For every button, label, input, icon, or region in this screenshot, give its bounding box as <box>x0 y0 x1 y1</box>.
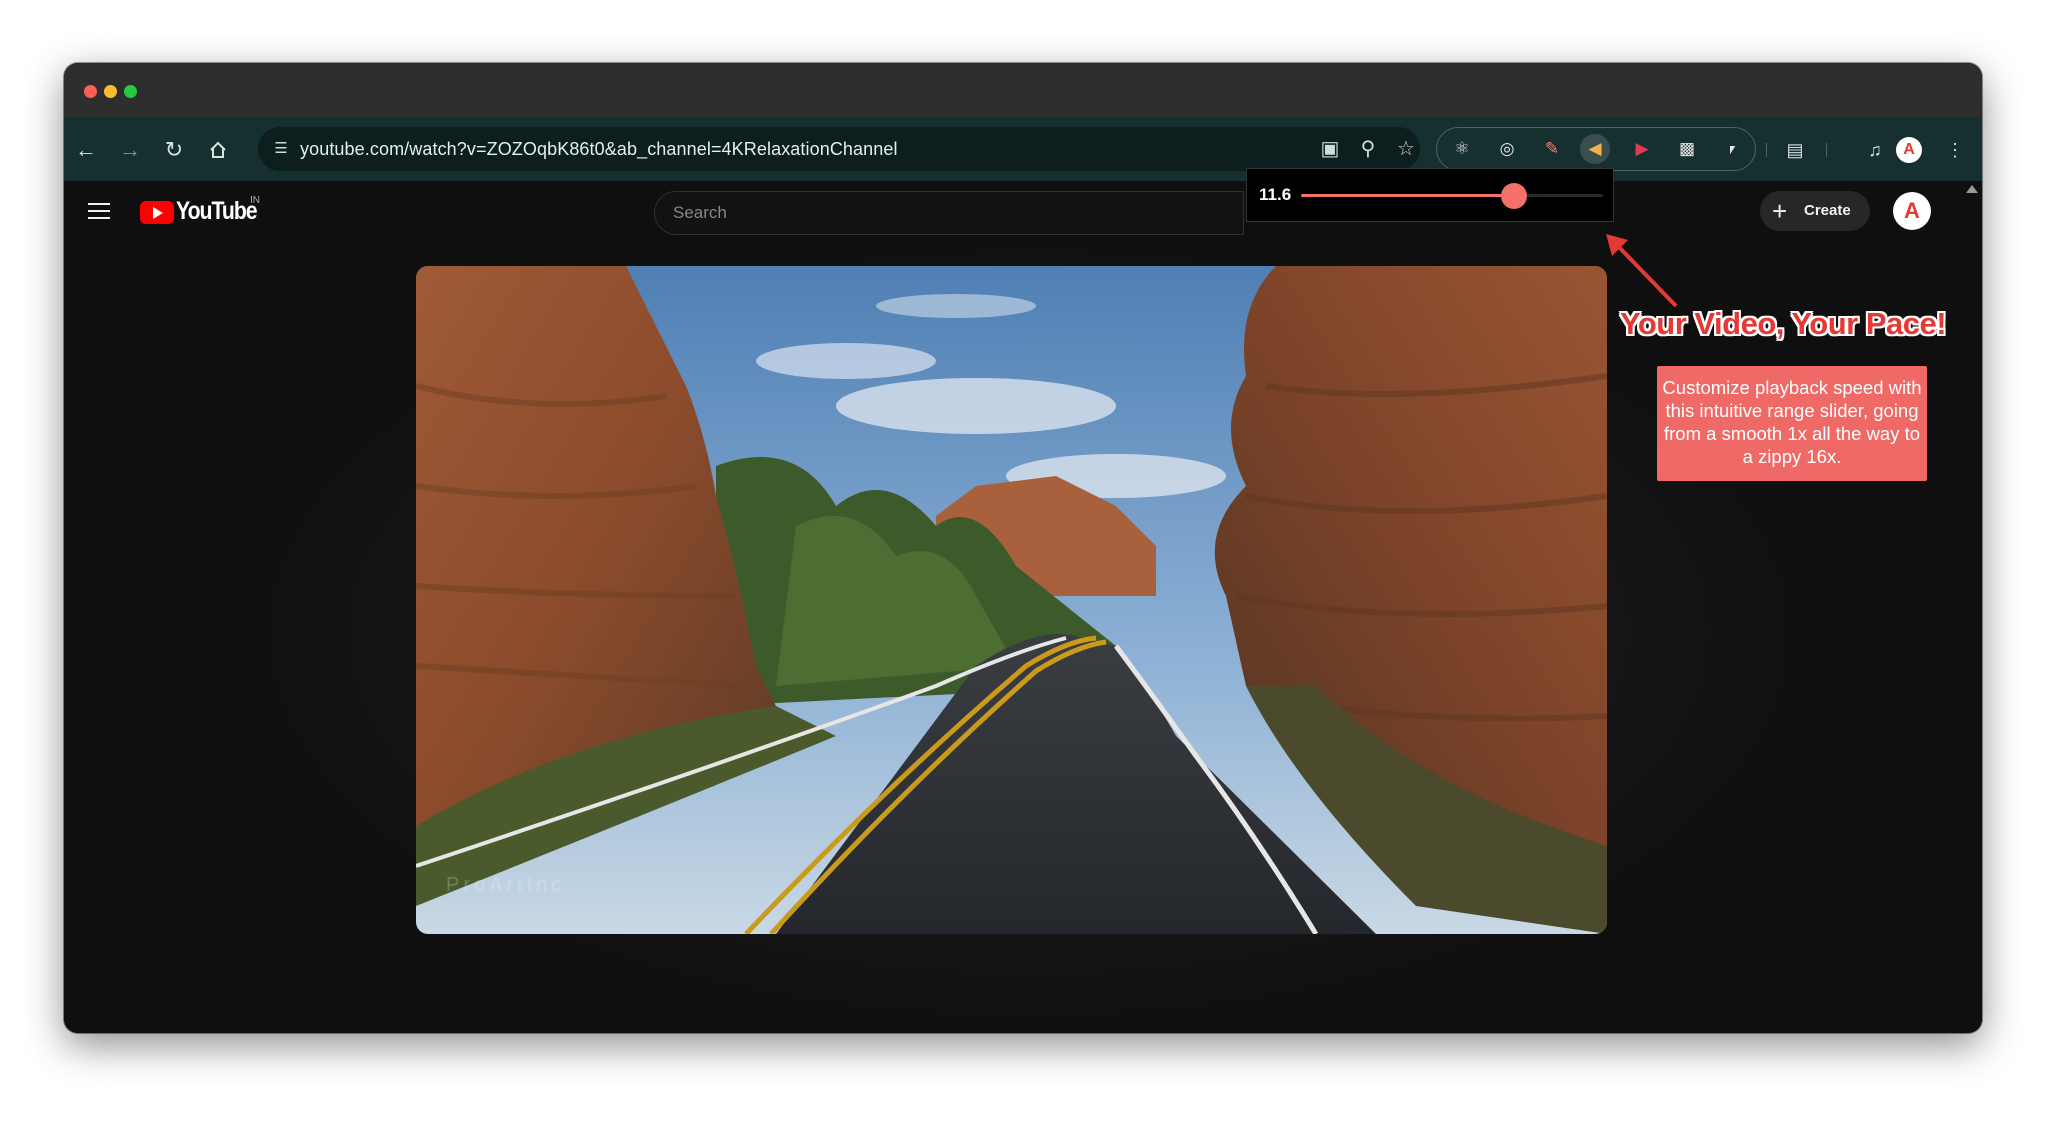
speed-value: 11.6 <box>1259 185 1292 204</box>
address-bar[interactable]: ☰ youtube.com/watch?v=ZOZOqbK86t0&ab_cha… <box>258 127 1420 171</box>
arrow-left-icon: ← <box>75 137 97 162</box>
reload-button[interactable]: ↻ <box>158 134 190 166</box>
pen-icon[interactable]: ✎ <box>1537 134 1567 164</box>
minimize-window-button[interactable] <box>104 85 117 98</box>
browser-toolbar: ← → ↻ ☰ youtube.com/watch?v=ZOZOqbK86t0&… <box>64 117 1982 181</box>
video-watermark: ProArtInc <box>446 874 566 896</box>
country-code: IN <box>250 195 260 206</box>
arrow-right-icon: → <box>119 137 141 162</box>
site-settings-icon[interactable]: ☰ <box>270 138 292 160</box>
install-app-icon[interactable]: ▣ <box>1316 135 1344 163</box>
callout-headline: Your Video, Your Pace! <box>1620 306 1947 341</box>
maximize-window-button[interactable] <box>124 85 137 98</box>
callout-description: Customize playback speed with this intui… <box>1657 366 1927 481</box>
toolbar-divider <box>1826 143 1827 157</box>
target-icon[interactable]: ◎ <box>1492 134 1522 164</box>
close-window-button[interactable] <box>84 85 97 98</box>
reload-icon: ↻ <box>164 137 184 162</box>
url-text[interactable]: youtube.com/watch?v=ZOZOqbK86t0&ab_chann… <box>300 127 898 171</box>
create-label: Create <box>1804 202 1851 219</box>
search-input[interactable]: Search <box>654 191 1244 235</box>
extensions-group: ⚛ ◎ ✎ ◀ ▶ ▩ ⎖ <box>1436 127 1756 171</box>
scroll-up-icon[interactable] <box>1966 185 1978 193</box>
browser-window: ← → ↻ ☰ youtube.com/watch?v=ZOZOqbK86t0&… <box>64 63 1982 1033</box>
speed-slider-fill <box>1301 194 1515 197</box>
media-control-icon[interactable]: ♫ <box>1860 135 1890 165</box>
menu-icon[interactable] <box>88 203 110 219</box>
home-button[interactable] <box>202 134 234 166</box>
youtube-header: YouTube IN Search + Create A <box>64 181 1982 243</box>
video-player[interactable]: ProArtInc <box>416 266 1607 934</box>
speed-slider-thumb[interactable] <box>1501 183 1528 209</box>
toolbar-divider <box>1766 143 1767 157</box>
home-icon <box>210 141 226 158</box>
screenshot-icon[interactable]: ▩ <box>1672 134 1702 164</box>
youtube-logo-text[interactable]: YouTube <box>176 197 258 226</box>
title-bar <box>64 63 1982 117</box>
record-icon[interactable]: ▶ <box>1627 134 1657 164</box>
plus-icon: + <box>1772 196 1788 226</box>
create-button[interactable]: + Create <box>1760 191 1870 231</box>
puzzle-icon[interactable]: ⎖ <box>1717 134 1747 164</box>
youtube-logo-icon[interactable] <box>140 201 174 224</box>
profile-avatar[interactable]: A <box>1896 137 1922 163</box>
more-menu-icon[interactable]: ⋮ <box>1940 135 1970 165</box>
reading-list-icon[interactable]: ▤ <box>1780 135 1810 165</box>
bookmark-star-icon[interactable]: ☆ <box>1392 135 1420 163</box>
speed-extension-icon[interactable]: ◀ <box>1580 134 1610 164</box>
search-placeholder: Search <box>673 203 727 222</box>
callout-arrow-icon <box>1606 234 1678 308</box>
react-devtools-icon[interactable]: ⚛ <box>1447 134 1477 164</box>
speed-slider[interactable] <box>1301 183 1603 209</box>
forward-button[interactable]: → <box>114 134 146 166</box>
account-avatar[interactable]: A <box>1893 192 1931 230</box>
back-button[interactable]: ← <box>70 134 102 166</box>
video-frame <box>416 266 1607 934</box>
speed-control-popup: 11.6 <box>1246 168 1614 222</box>
zoom-icon[interactable]: ⚲ <box>1354 135 1382 163</box>
